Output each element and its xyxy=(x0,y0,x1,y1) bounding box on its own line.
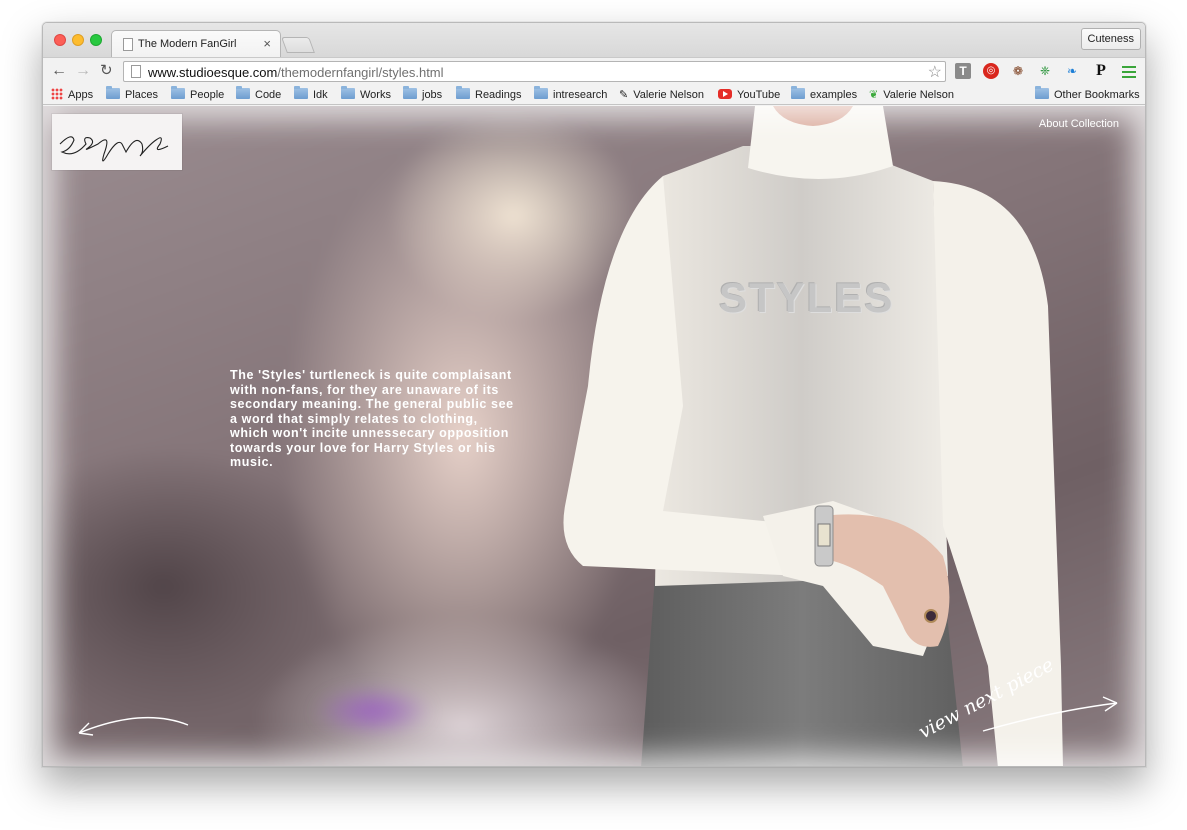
bookmark-examples[interactable]: examples xyxy=(791,86,857,102)
bookmark-other-bookmarks[interactable]: Other Bookmarks xyxy=(1035,86,1140,102)
address-bar[interactable]: www.studioesque.com/themodernfangirl/sty… xyxy=(123,61,946,82)
folder-icon xyxy=(456,86,470,99)
bookmark-youtube[interactable]: YouTube xyxy=(718,88,780,102)
youtube-icon xyxy=(718,89,732,99)
bookmark-code[interactable]: Code xyxy=(236,86,281,102)
bookmark-apps[interactable]: Apps xyxy=(51,88,93,102)
url-text[interactable]: www.studioesque.com/themodernfangirl/sty… xyxy=(148,65,444,80)
folder-icon xyxy=(791,86,805,99)
tab-close-icon[interactable]: × xyxy=(263,36,271,51)
bookmark-star-icon[interactable]: ☆ xyxy=(928,62,942,82)
bookmark-jobs[interactable]: jobs xyxy=(403,86,442,102)
maximize-window-button[interactable] xyxy=(90,34,102,46)
t-extension-icon[interactable]: T xyxy=(955,63,971,79)
folder-icon xyxy=(106,86,120,99)
leaf-icon: ❦ xyxy=(869,89,879,101)
page-icon xyxy=(123,38,133,51)
bookmark-works[interactable]: Works xyxy=(341,86,391,102)
description-text: The 'Styles' turtleneck is quite complai… xyxy=(230,368,514,469)
opera-extension-icon[interactable]: ◎ xyxy=(983,63,999,79)
folder-icon xyxy=(534,86,548,99)
forward-arrow-icon[interactable]: → xyxy=(75,62,91,80)
folder-icon xyxy=(341,86,355,99)
tab-strip: The Modern FanGirl × Cuteness xyxy=(43,23,1145,57)
tab-title: The Modern FanGirl xyxy=(138,38,237,50)
bookmarks-bar: Apps Places People Code Idk Works jobs R… xyxy=(43,85,1145,105)
bookmark-readings[interactable]: Readings xyxy=(456,86,521,102)
bookmark-valerie-nelson-2[interactable]: ❦ Valerie Nelson xyxy=(869,88,954,102)
back-arrow-icon[interactable]: ← xyxy=(51,62,67,80)
profile-button[interactable]: Cuteness xyxy=(1080,28,1141,50)
bird-extension-icon[interactable]: ❧ xyxy=(1064,63,1080,79)
pen-icon: ✎ xyxy=(619,89,629,101)
about-collection-link[interactable]: About Collection xyxy=(1039,118,1119,130)
tab-the-modern-fangirl[interactable]: The Modern FanGirl × xyxy=(111,30,281,57)
close-window-button[interactable] xyxy=(54,34,66,46)
bookmark-places[interactable]: Places xyxy=(106,86,158,102)
bookmark-valerie-nelson[interactable]: ✎ Valerie Nelson xyxy=(619,88,704,102)
menu-icon[interactable] xyxy=(1121,63,1137,79)
folder-icon xyxy=(403,86,417,99)
new-tab-button[interactable] xyxy=(281,37,315,53)
previous-arrow-icon[interactable] xyxy=(73,711,193,741)
p-extension-icon[interactable]: P xyxy=(1093,63,1109,79)
shirt-print-text: STYLES xyxy=(719,274,895,321)
page-icon xyxy=(131,65,141,78)
apps-grid-icon xyxy=(51,88,63,100)
site-logo[interactable]: esque xyxy=(52,114,182,170)
bookmark-idk[interactable]: Idk xyxy=(294,86,328,102)
folder-icon xyxy=(236,86,250,99)
folder-icon xyxy=(1035,86,1049,99)
folder-icon xyxy=(171,86,185,99)
toolbar: ← → ↻ www.studioesque.com/themodernfangi… xyxy=(43,57,1145,85)
bookmark-people[interactable]: People xyxy=(171,86,224,102)
folder-icon xyxy=(294,86,308,99)
page-content: STYLES esque About Collection The 'Style… xyxy=(43,106,1145,766)
reload-icon[interactable]: ↻ xyxy=(100,62,113,80)
view-next-piece-link[interactable]: view next piece xyxy=(903,641,1123,741)
esque-logo-icon xyxy=(59,136,169,162)
bug-extension-icon[interactable]: ❁ xyxy=(1010,63,1026,79)
minimize-window-button[interactable] xyxy=(72,34,84,46)
bookmark-intresearch[interactable]: intresearch xyxy=(534,86,607,102)
palm-extension-icon[interactable]: ❈ xyxy=(1037,63,1053,79)
view-next-text: view next piece xyxy=(915,654,1057,741)
browser-window: The Modern FanGirl × Cuteness ← → ↻ www.… xyxy=(42,22,1146,767)
